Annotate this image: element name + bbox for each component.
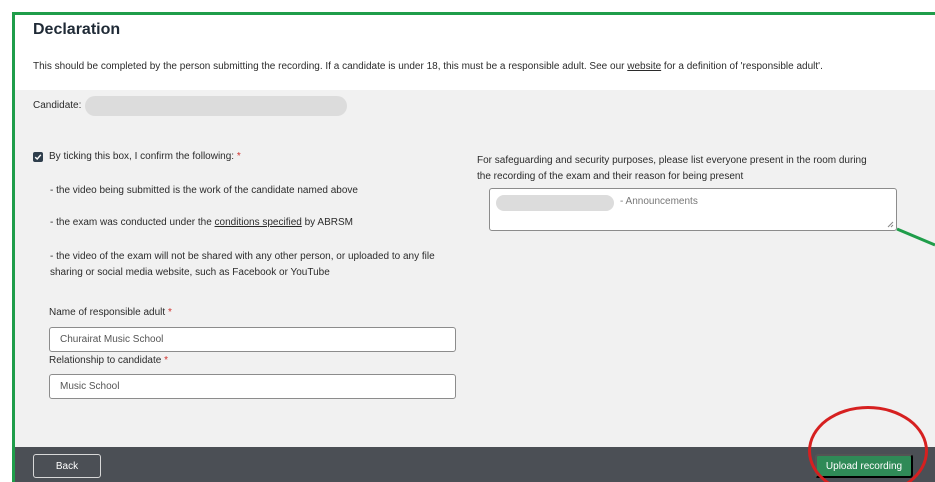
footer-bar <box>15 447 935 482</box>
annotation-arrow <box>896 227 935 247</box>
back-button[interactable]: Back <box>33 454 101 478</box>
